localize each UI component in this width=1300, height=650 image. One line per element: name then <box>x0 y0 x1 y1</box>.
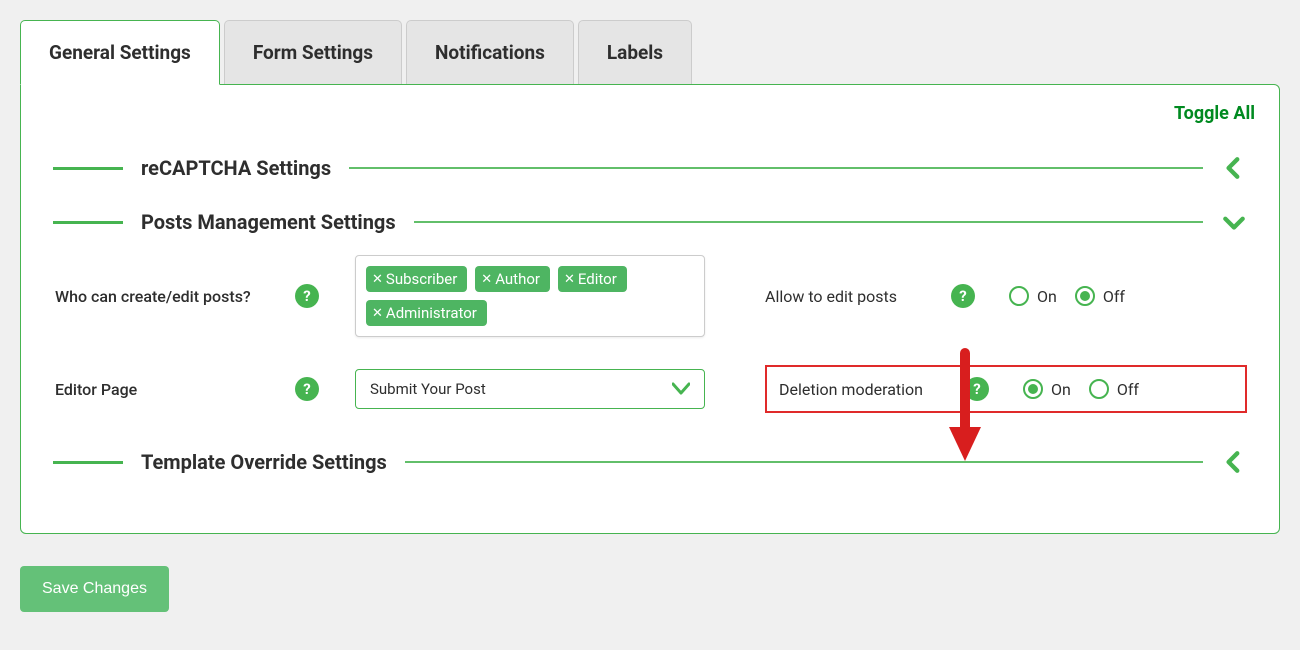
tab-label: General Settings <box>49 41 191 64</box>
section-posts-management: Posts Management Settings <box>53 209 1247 235</box>
tab-general-settings[interactable]: General Settings <box>20 20 220 85</box>
deletion-moderation-off-radio[interactable] <box>1089 379 1109 399</box>
settings-panel: Toggle All reCAPTCHA Settings Posts Mana… <box>20 84 1280 534</box>
tab-label: Labels <box>607 41 663 64</box>
editor-page-label: Editor Page <box>55 380 295 399</box>
editor-page-value: Submit Your Post <box>370 380 486 398</box>
help-icon[interactable]: ? <box>295 284 319 308</box>
divider <box>405 461 1203 463</box>
collapse-icon[interactable] <box>1221 449 1247 475</box>
section-title-recaptcha: reCAPTCHA Settings <box>141 156 331 180</box>
radio-label-off: Off <box>1103 287 1125 306</box>
chevron-left-icon <box>1221 449 1247 475</box>
radio-label-on: On <box>1051 380 1071 399</box>
chevron-down-icon <box>1221 209 1247 235</box>
tab-label: Form Settings <box>253 41 373 64</box>
remove-tag-icon[interactable]: ✕ <box>372 273 383 286</box>
deletion-moderation-radios: On Off <box>1023 379 1149 399</box>
expand-icon[interactable] <box>1221 209 1247 235</box>
tab-label: Notifications <box>435 41 545 64</box>
deletion-moderation-on-radio[interactable] <box>1023 379 1043 399</box>
help-icon[interactable]: ? <box>295 377 319 401</box>
role-tag-administrator: ✕Administrator <box>366 300 487 326</box>
collapse-icon[interactable] <box>1221 155 1247 181</box>
who-can-edit-multiselect[interactable]: ✕Subscriber ✕Author ✕Editor ✕Administrat… <box>355 255 705 337</box>
help-icon[interactable]: ? <box>951 284 975 308</box>
who-can-edit-label: Who can create/edit posts? <box>55 287 295 306</box>
remove-tag-icon[interactable]: ✕ <box>564 273 575 286</box>
role-tag-subscriber: ✕Subscriber <box>366 266 467 292</box>
divider <box>53 167 123 170</box>
allow-edit-on-radio[interactable] <box>1009 286 1029 306</box>
save-changes-button[interactable]: Save Changes <box>20 566 169 612</box>
allow-edit-field: Allow to edit posts ? On Off <box>765 284 1247 308</box>
divider <box>53 461 123 464</box>
allow-edit-off-radio[interactable] <box>1075 286 1095 306</box>
allow-edit-label: Allow to edit posts <box>765 287 935 306</box>
role-tag-author: ✕Author <box>475 266 550 292</box>
tab-form-settings[interactable]: Form Settings <box>224 20 402 84</box>
radio-label-off: Off <box>1117 380 1139 399</box>
chevron-down-icon <box>672 382 690 396</box>
remove-tag-icon[interactable]: ✕ <box>372 307 383 320</box>
allow-edit-radios: On Off <box>1009 286 1135 306</box>
divider <box>53 221 123 224</box>
radio-label-on: On <box>1037 287 1057 306</box>
section-title-template-override: Template Override Settings <box>141 450 387 474</box>
section-template-override: Template Override Settings <box>53 449 1247 475</box>
deletion-moderation-field: Deletion moderation ? On Off <box>765 365 1247 413</box>
remove-tag-icon[interactable]: ✕ <box>481 273 492 286</box>
tab-labels[interactable]: Labels <box>578 20 692 84</box>
toggle-all-link[interactable]: Toggle All <box>1174 103 1255 124</box>
editor-page-select[interactable]: Submit Your Post <box>355 369 705 409</box>
help-icon[interactable]: ? <box>965 377 989 401</box>
tabs: General Settings Form Settings Notificat… <box>20 20 1280 84</box>
role-tag-editor: ✕Editor <box>558 266 627 292</box>
posts-management-fields: Who can create/edit posts? ? ✕Subscriber… <box>55 255 1247 413</box>
deletion-moderation-label: Deletion moderation <box>779 380 949 399</box>
section-recaptcha: reCAPTCHA Settings <box>53 155 1247 181</box>
chevron-left-icon <box>1221 155 1247 181</box>
divider <box>414 221 1203 223</box>
divider <box>349 167 1203 169</box>
tab-notifications[interactable]: Notifications <box>406 20 574 84</box>
section-title-posts-mgmt: Posts Management Settings <box>141 210 396 234</box>
